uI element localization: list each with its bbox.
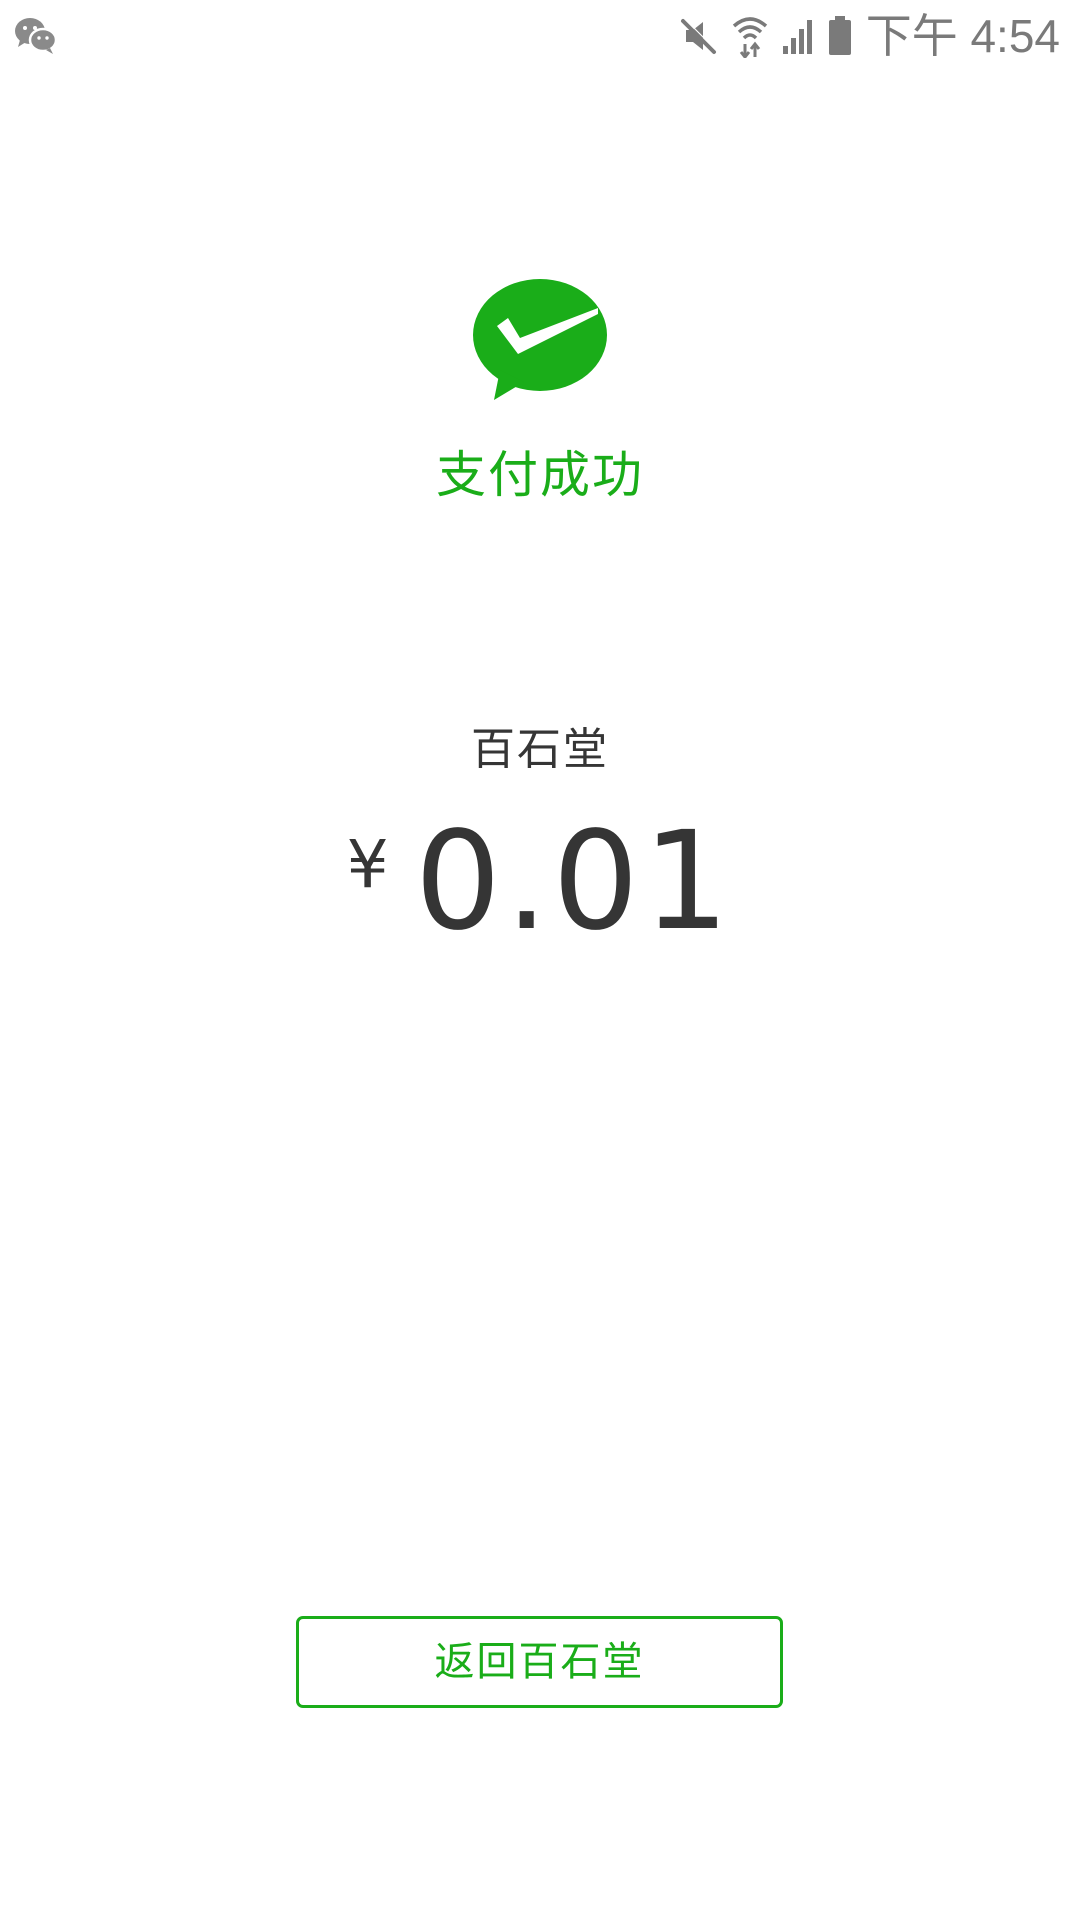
wifi-icon bbox=[732, 14, 768, 58]
payment-success-title: 支付成功 bbox=[436, 446, 644, 504]
merchant-name: 百石堂 bbox=[471, 724, 609, 775]
battery-icon bbox=[828, 16, 852, 56]
status-time: 下午 4:54 bbox=[865, 10, 1060, 62]
wechat-pay-success-icon bbox=[470, 278, 610, 403]
wechat-notification-icon bbox=[14, 16, 58, 56]
signal-icon bbox=[782, 18, 814, 54]
return-to-merchant-button[interactable]: 返回百石堂 bbox=[296, 1616, 783, 1708]
status-bar: 下午 4:54 bbox=[0, 0, 1080, 72]
mute-icon bbox=[680, 16, 718, 56]
payment-amount: ¥ 0.01 bbox=[0, 812, 1080, 952]
amount-value: 0.01 bbox=[414, 803, 734, 961]
currency-symbol: ¥ bbox=[346, 826, 389, 903]
